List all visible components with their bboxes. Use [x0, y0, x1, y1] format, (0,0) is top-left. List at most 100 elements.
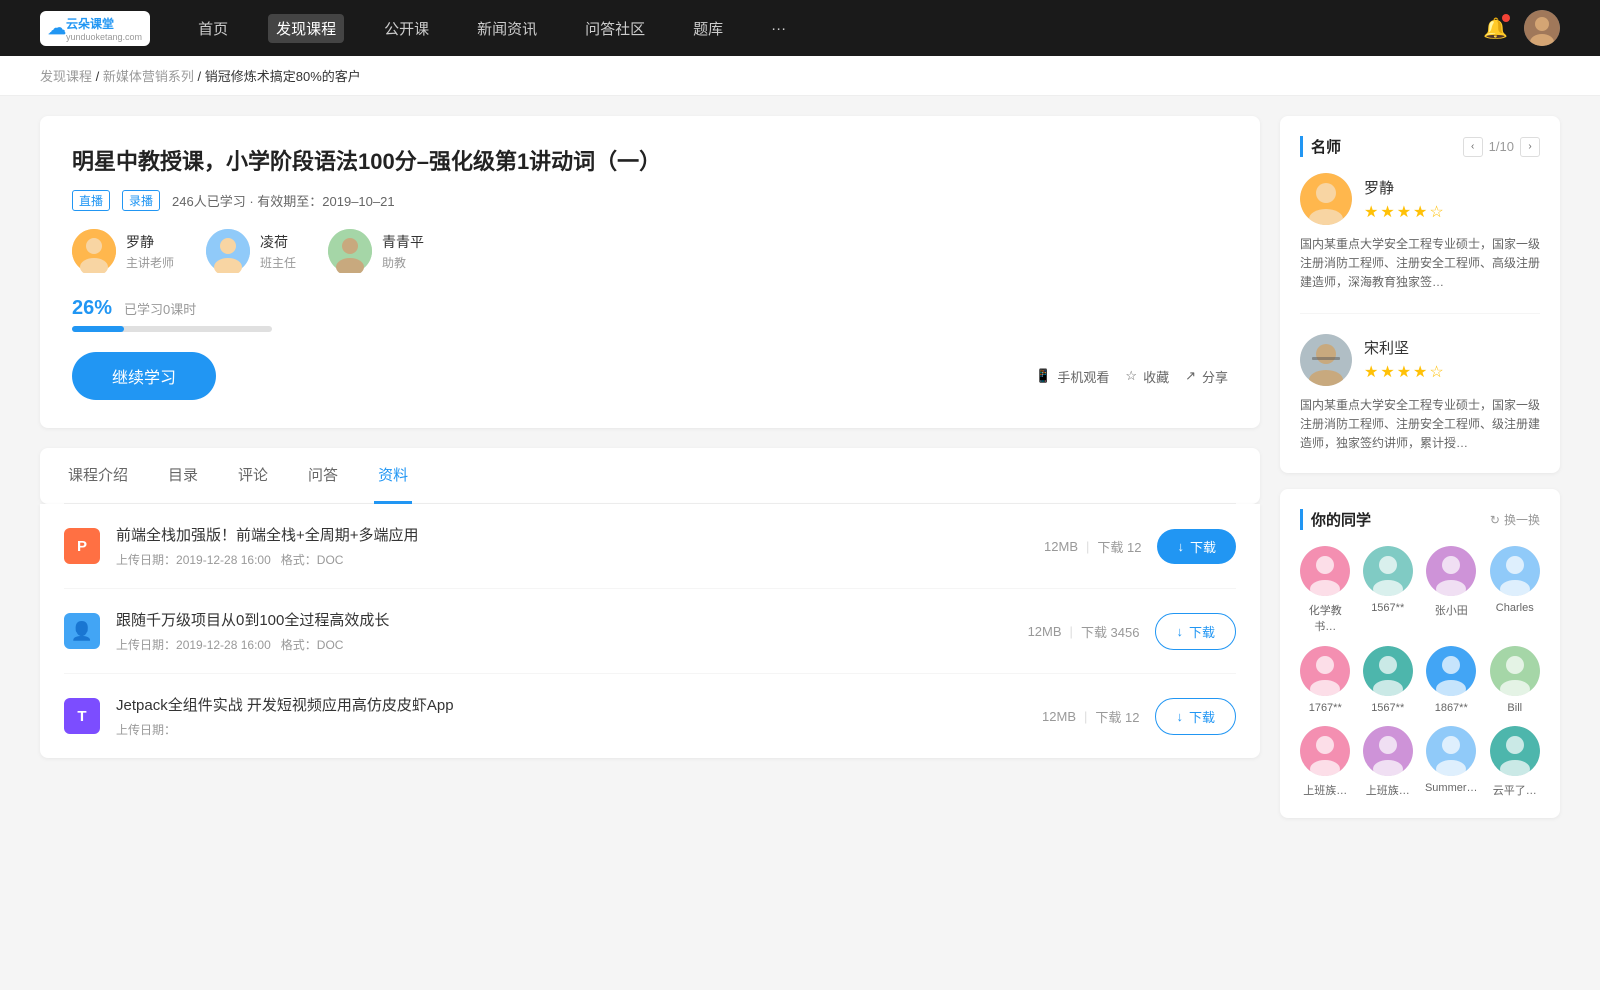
classmate-item[interactable]: 1867** — [1425, 646, 1478, 714]
nav-home[interactable]: 首页 — [190, 14, 236, 43]
file-item: T Jetpack全组件实战 开发短视频应用高仿皮皮虾App 上传日期： 12M… — [64, 674, 1236, 758]
user-avatar[interactable] — [1524, 10, 1560, 46]
classmate-item[interactable]: 张小田 — [1425, 546, 1478, 634]
file-stats-1: 12MB | 下载 12 — [1044, 537, 1141, 556]
favorite-button[interactable]: ☆ 收藏 — [1125, 367, 1169, 386]
logo[interactable]: ☁ 云朵课堂 yunduoketang.com — [40, 11, 150, 46]
download-button-1[interactable]: ↓ 下载 — [1157, 529, 1236, 564]
file-meta-1: 上传日期：2019-12-28 16:00 格式：DOC — [116, 551, 1028, 568]
tab-files[interactable]: 资料 — [374, 448, 412, 504]
share-button[interactable]: ↗ 分享 — [1185, 367, 1228, 386]
tab-qa[interactable]: 问答 — [304, 448, 342, 504]
download-icon: ↓ — [1176, 709, 1183, 724]
progress-section: 26% 已学习0课时 — [72, 297, 1228, 332]
refresh-classmates-button[interactable]: ↻ 换一换 — [1490, 511, 1540, 528]
classmates-title: 你的同学 — [1300, 509, 1371, 530]
progress-percent: 26% — [72, 297, 112, 320]
classmate-item[interactable]: 上班族… — [1362, 726, 1412, 798]
nav-open[interactable]: 公开课 — [376, 14, 437, 43]
file-meta-2: 上传日期：2019-12-28 16:00 格式：DOC — [116, 636, 1012, 653]
nav-qa[interactable]: 问答社区 — [577, 14, 653, 43]
classmate-avatar — [1363, 726, 1413, 776]
tabs-list: 课程介绍 目录 评论 问答 资料 — [64, 448, 1236, 504]
file-info-1: 前端全栈加强版！前端全栈+全周期+多端应用 上传日期：2019-12-28 16… — [116, 524, 1028, 568]
expert-item-luojing: 罗静 ★★★★☆ 国内某重点大学安全工程专业硕士，国家一级注册消防工程师、注册安… — [1300, 173, 1540, 314]
action-buttons: 📱 手机观看 ☆ 收藏 ↗ 分享 — [1035, 367, 1228, 386]
classmate-item[interactable]: 云平了… — [1490, 726, 1540, 798]
download-icon: ↓ — [1177, 539, 1184, 554]
expert-avatar-luojing — [1300, 173, 1352, 225]
notification-dot — [1502, 14, 1510, 22]
download-button-3[interactable]: ↓ 下载 — [1155, 698, 1236, 735]
mobile-view-button[interactable]: 📱 手机观看 — [1035, 367, 1109, 386]
teacher-qingqingping: 青青平 助教 — [328, 229, 424, 273]
expert-stars-songlijian: ★★★★☆ — [1364, 362, 1446, 382]
classmate-avatar — [1300, 646, 1350, 696]
course-title: 明星中教授课，小学阶段语法100分–强化级第1讲动词（一） — [72, 144, 1228, 176]
nav-right: 🔔 — [1483, 10, 1560, 46]
file-name-2: 跟随千万级项目从0到100全过程高效成长 — [116, 609, 1012, 630]
classmate-item[interactable]: 1567** — [1362, 546, 1412, 634]
classmate-avatar — [1426, 546, 1476, 596]
classmate-item[interactable]: 上班族… — [1300, 726, 1350, 798]
course-students: 246人已学习 · 有效期至：2019–10–21 — [172, 191, 395, 210]
classmate-item[interactable]: Bill — [1490, 646, 1540, 714]
teacher-luojing-role: 主讲老师 — [126, 254, 174, 271]
classmate-avatar — [1490, 646, 1540, 696]
file-name-3: Jetpack全组件实战 开发短视频应用高仿皮皮虾App — [116, 694, 1026, 715]
breadcrumb-discover[interactable]: 发现课程 — [40, 69, 92, 84]
notification-bell[interactable]: 🔔 — [1483, 16, 1508, 41]
file-info-3: Jetpack全组件实战 开发短视频应用高仿皮皮虾App 上传日期： — [116, 694, 1026, 738]
teacher-linghe-avatar — [206, 229, 250, 273]
classmate-name: 云平了… — [1493, 782, 1537, 798]
nav-news[interactable]: 新闻资讯 — [469, 14, 545, 43]
breadcrumb: 发现课程 / 新媒体营销系列 / 销冠修炼术搞定80%的客户 — [0, 56, 1600, 96]
classmate-name: 1567** — [1371, 602, 1404, 614]
file-name-1: 前端全栈加强版！前端全栈+全周期+多端应用 — [116, 524, 1028, 545]
teachers-panel-title: 名师 — [1300, 136, 1341, 157]
teacher-qingqingping-role: 助教 — [382, 254, 424, 271]
expert-desc-songlijian: 国内某重点大学安全工程专业硕士，国家一级注册消防工程师、注册安全工程师、级注册建… — [1300, 396, 1540, 454]
file-icon-p: P — [64, 528, 100, 564]
classmate-item[interactable]: 1567** — [1362, 646, 1412, 714]
classmate-name: 化学教书… — [1300, 602, 1350, 634]
teachers-list: 罗静 主讲老师 凌荷 班主任 — [72, 229, 1228, 273]
continue-study-button[interactable]: 继续学习 — [72, 352, 216, 400]
teacher-linghe: 凌荷 班主任 — [206, 229, 296, 273]
nav-more[interactable]: ··· — [763, 16, 794, 41]
teacher-luojing-name: 罗静 — [126, 232, 174, 252]
classmates-header: 你的同学 ↻ 换一换 — [1300, 509, 1540, 530]
file-info-2: 跟随千万级项目从0到100全过程高效成长 上传日期：2019-12-28 16:… — [116, 609, 1012, 653]
expert-stars-luojing: ★★★★☆ — [1364, 202, 1446, 222]
badge-rec: 录播 — [122, 190, 160, 211]
download-button-2[interactable]: ↓ 下载 — [1155, 613, 1236, 650]
teachers-page: 1/10 — [1489, 139, 1514, 154]
favorite-label: 收藏 — [1143, 367, 1169, 386]
classmate-name: Bill — [1507, 702, 1522, 714]
navigation: ☁ 云朵课堂 yunduoketang.com 首页 发现课程 公开课 新闻资讯… — [0, 0, 1600, 56]
classmate-item[interactable]: Charles — [1490, 546, 1540, 634]
nav-discover[interactable]: 发现课程 — [268, 14, 344, 43]
expert-top-songlijian: 宋利坚 ★★★★☆ — [1300, 334, 1540, 386]
file-meta-3: 上传日期： — [116, 721, 1026, 738]
teachers-next-button[interactable]: › — [1520, 137, 1540, 157]
course-card: 明星中教授课，小学阶段语法100分–强化级第1讲动词（一） 直播 录播 246人… — [40, 116, 1260, 428]
mobile-view-label: 手机观看 — [1057, 367, 1109, 386]
progress-study-time: 已学习0课时 — [124, 299, 196, 318]
nav-exam[interactable]: 题库 — [685, 14, 731, 43]
classmate-item[interactable]: Summer… — [1425, 726, 1478, 798]
teachers-prev-button[interactable]: ‹ — [1463, 137, 1483, 157]
classmate-avatar — [1363, 646, 1413, 696]
classmate-item[interactable]: 1767** — [1300, 646, 1350, 714]
classmate-name: 上班族… — [1366, 782, 1410, 798]
tab-catalog[interactable]: 目录 — [164, 448, 202, 504]
breadcrumb-series[interactable]: 新媒体营销系列 — [103, 69, 194, 84]
right-panel: 名师 ‹ 1/10 › — [1280, 116, 1560, 818]
expert-name-luojing: 罗静 — [1364, 177, 1446, 198]
tab-review[interactable]: 评论 — [234, 448, 272, 504]
share-icon: ↗ — [1185, 368, 1196, 384]
progress-bar-fill — [72, 326, 124, 332]
tab-intro[interactable]: 课程介绍 — [64, 448, 132, 504]
classmate-item[interactable]: 化学教书… — [1300, 546, 1350, 634]
logo-name: 云朵课堂 — [66, 15, 142, 32]
